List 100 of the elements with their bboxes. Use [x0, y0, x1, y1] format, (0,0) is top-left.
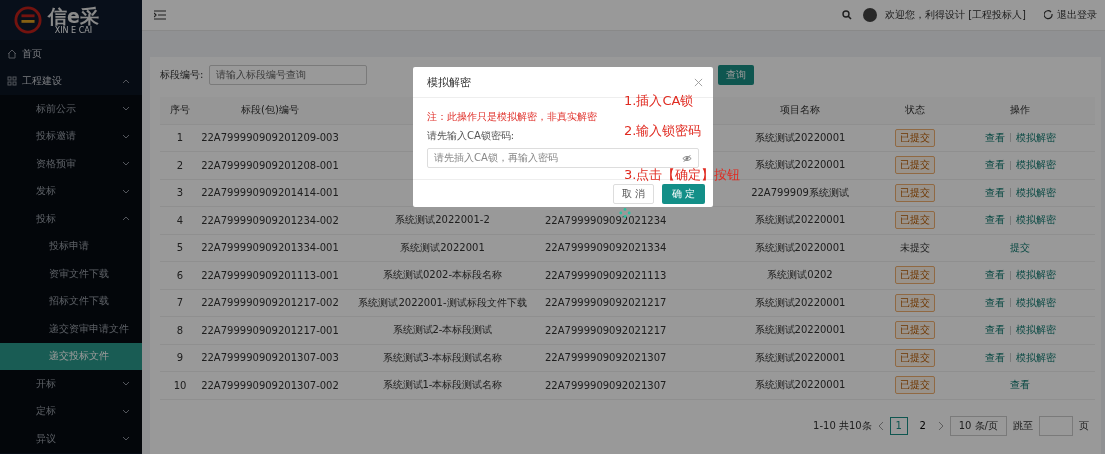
table-cell: 22A7999909092021217 [545, 324, 667, 336]
table-cell: 系统测试0202 [767, 268, 833, 283]
menu-item[interactable]: 发标 [0, 177, 142, 205]
table-cell: 系统测试20220001 [754, 323, 846, 338]
search-button[interactable]: 查询 [718, 65, 755, 85]
menu-icon[interactable] [154, 10, 166, 20]
action-link[interactable]: 模拟解密 [1015, 213, 1056, 228]
table-cell: 系统测试20220001 [754, 213, 846, 228]
page-unit-label: 页 [1079, 418, 1089, 433]
menu-item[interactable]: 投标邀请 [0, 122, 142, 150]
filter-label: 标段编号: [160, 68, 204, 82]
password-field[interactable]: 请先插入CA锁，再输入密码 [427, 148, 699, 168]
column-header: 状态 [905, 103, 925, 118]
action-link[interactable]: 查看 [984, 323, 1005, 338]
status-tag: 已提交 [895, 183, 935, 202]
table-cell: 8 [176, 324, 184, 336]
menu-item[interactable]: 标前公示 [0, 95, 142, 123]
action-link[interactable]: 模拟解密 [1015, 323, 1056, 338]
menu-item[interactable]: 投标申请 [0, 232, 142, 260]
action-link[interactable]: 查看 [984, 130, 1005, 145]
menu-item[interactable]: 首页 [0, 40, 142, 68]
pagination-summary: 1-10 共10条 [813, 418, 872, 433]
warning-note: 注：此操作只是模拟解密，非真实解密 [427, 110, 597, 124]
table-cell: 22A799990909201414-001 [201, 187, 339, 199]
chevron-right-icon[interactable] [937, 420, 944, 431]
table-cell: 10 [173, 379, 187, 391]
status-tag: 已提交 [895, 211, 935, 230]
table-cell: 22A7999909092021113 [545, 269, 667, 281]
action-link[interactable]: 提交 [1010, 240, 1030, 255]
chevron-left-icon[interactable] [877, 420, 884, 431]
chevron-up-icon [122, 216, 130, 222]
table-cell: 22A799990909201234-002 [201, 214, 339, 226]
table-cell: 系统测试2022001 [400, 240, 485, 255]
table-cell: 系统测试2-本标段测试 [392, 323, 493, 338]
table-cell: 7 [176, 297, 184, 309]
confirm-button[interactable]: 确 定 [661, 183, 705, 204]
action-link[interactable]: 模拟解密 [1015, 350, 1056, 365]
chevron-down-icon [122, 133, 130, 139]
search-icon[interactable] [842, 10, 852, 20]
eye-off-icon[interactable] [682, 153, 692, 163]
table-cell: 22A7999909092021334 [545, 242, 667, 254]
menu-item[interactable]: 工程建设 [0, 67, 142, 95]
close-icon[interactable] [694, 77, 703, 87]
table-cell: 系统测试20220001 [754, 350, 846, 365]
table-cell: 系统测试20220001 [754, 295, 846, 310]
search-field[interactable]: 请输入标段编号查询 [209, 65, 368, 85]
table-cell: 22A799990909201307-003 [201, 352, 339, 364]
action-link[interactable]: 模拟解密 [1015, 158, 1056, 173]
logout-link[interactable]: 退出登录 [1044, 8, 1097, 22]
table-cell: 22A799990909201217-001 [201, 324, 339, 336]
menu-item[interactable]: 招标文件下载 [0, 287, 142, 315]
action-link[interactable]: 查看 [984, 158, 1005, 173]
menu-item[interactable]: 资格预审 [0, 150, 142, 178]
column-header: 操作 [1010, 103, 1030, 118]
menu-item[interactable]: 异议 [0, 425, 142, 453]
chevron-down-icon [122, 106, 130, 112]
action-link[interactable]: 模拟解密 [1015, 130, 1056, 145]
chevron-down-icon [122, 188, 130, 194]
action-link[interactable]: 查看 [984, 350, 1005, 365]
action-link[interactable]: 模拟解密 [1015, 185, 1056, 200]
table-cell: 1 [176, 132, 184, 144]
table-cell: 9 [176, 352, 184, 364]
status-text: 未提交 [900, 240, 930, 255]
menu-item[interactable]: 定标 [0, 397, 142, 425]
status-tag: 已提交 [895, 376, 935, 395]
power-icon [1044, 10, 1054, 20]
menu-item[interactable]: 资审文件下载 [0, 260, 142, 288]
column-header: 项目名称 [780, 103, 820, 118]
menu-item[interactable]: 投标 [0, 205, 142, 233]
page-button[interactable]: 1 [889, 416, 908, 435]
action-link[interactable]: 查看 [1010, 378, 1030, 393]
action-link[interactable]: 模拟解密 [1015, 295, 1056, 310]
menu-item[interactable]: 递交资审申请文件 [0, 315, 142, 343]
menu-item[interactable]: 递交投标文件 [0, 342, 142, 370]
table-cell: 系统测试3-本标段测试名称 [382, 350, 503, 365]
column-header: 序号 [170, 103, 190, 118]
cancel-button[interactable]: 取 消 [612, 183, 654, 204]
table-cell: 6 [176, 269, 184, 281]
table-cell: 3 [176, 187, 184, 199]
annotation-text: 3.点击【确定】按钮 [624, 166, 741, 184]
chevron-up-icon [122, 78, 130, 84]
table-cell: 系统测试20220001 [754, 130, 846, 145]
action-link[interactable]: 查看 [984, 295, 1005, 310]
page-size-select[interactable]: 10 条/页 [949, 415, 1007, 436]
status-tag: 已提交 [895, 293, 935, 312]
menu-item[interactable]: 开标 [0, 370, 142, 398]
logo-text: 信e采 [48, 5, 99, 26]
welcome-text: 欢迎您，利得设计 [工程投标人] [885, 8, 1026, 22]
table-cell: 22A799990909201113-001 [201, 269, 339, 281]
logo-subtitle: XIN E CAI [54, 25, 93, 35]
grid-icon [7, 76, 17, 87]
action-link[interactable]: 模拟解密 [1015, 268, 1056, 283]
action-link[interactable]: 查看 [984, 268, 1005, 283]
table-cell: 5 [176, 242, 184, 254]
action-link[interactable]: 查看 [984, 185, 1005, 200]
action-link[interactable]: 查看 [984, 213, 1005, 228]
field-label: 请先输入CA锁密码: [427, 129, 515, 143]
table-cell: 系统测试20220001 [754, 158, 846, 173]
loading-icon [618, 208, 632, 218]
page-jump-field[interactable] [1039, 415, 1073, 436]
